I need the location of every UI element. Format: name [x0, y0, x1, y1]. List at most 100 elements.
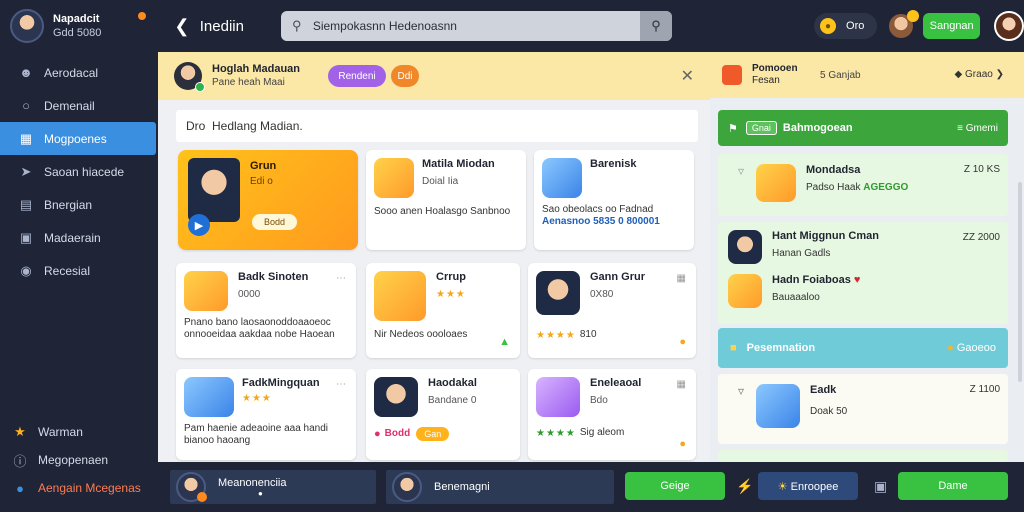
sidebar-item-label: Aengain Mcegenas: [38, 481, 141, 495]
flag-icon: ⚑: [728, 122, 738, 135]
card-title: Matila Miodan: [422, 158, 495, 170]
sidebar-item-bnergian[interactable]: ▤ Bnergian: [0, 188, 158, 221]
rp-section-title: Bahmogoean: [782, 122, 853, 134]
person-icon: ☻: [19, 65, 33, 80]
scrollbar[interactable]: [1018, 182, 1022, 382]
sidebar-item-aerodacal[interactable]: ☻ Aerodacal: [0, 56, 158, 89]
sidebar-item-madaerain[interactable]: ▣ Madaerain: [0, 221, 158, 254]
rating-stars: ★★★: [242, 393, 272, 404]
rp-item-sub: Doak 50: [810, 406, 848, 417]
card-badk[interactable]: ⋯ Badk Sinoten 0000 Pnano bano laosaonod…: [176, 263, 356, 358]
profile[interactable]: Napadcit Gdd 5080: [0, 0, 158, 52]
square-icon[interactable]: ▣: [874, 478, 887, 495]
rp-blue-right-label: Gaoeoo: [956, 342, 996, 354]
thumbs-up-icon[interactable]: ▲: [499, 336, 510, 348]
card-fadk[interactable]: ⋯ FadkMingquan ★★★ Pam haenie adeaoine a…: [176, 369, 356, 460]
sidebar-item-logout[interactable]: ● Aengain Mcegenas: [0, 474, 158, 502]
card-sub: Bandane 0: [428, 395, 477, 406]
rp-item-num: ZZ 2000: [962, 232, 1000, 243]
notice-pill-purple[interactable]: Rendeni: [328, 65, 386, 87]
sidebar-item-mogpoenes[interactable]: ▦ Mogpoenes: [0, 122, 156, 155]
enroopee-button[interactable]: ☀ Enroopee: [758, 472, 858, 500]
geige-button[interactable]: Geige: [625, 472, 725, 500]
close-icon[interactable]: ✕: [681, 66, 694, 86]
rp-section-right[interactable]: ≡ Gmemi: [957, 123, 998, 134]
card-sub: Doial Iia: [422, 176, 459, 187]
trophy-icon: ▿: [737, 384, 745, 398]
coin-icon: ●: [679, 336, 686, 348]
rp-item-sub: Hanan Gadls: [772, 248, 831, 259]
user-avatar[interactable]: [994, 11, 1024, 41]
rp-item[interactable]: ▿ Mondadsa Padso Haak AGEGGO Z 10 KS: [718, 154, 1008, 216]
message-input[interactable]: [176, 110, 698, 142]
card-title: Gann Grur: [590, 271, 646, 283]
rp-section-header[interactable]: ⚑ Gnai Bahmogoean ≡ Gmemi: [718, 110, 1008, 146]
rp-item[interactable]: Hant Miggnun Cman Hanan Gadls ZZ 2000 Ha…: [718, 222, 1008, 324]
enroopee-label: Enroopee: [790, 480, 839, 493]
bottom-user-1[interactable]: Meanonenciia ●: [170, 470, 376, 504]
sangnan-button[interactable]: Sangnan: [923, 13, 981, 39]
notice-pill-orange[interactable]: Ddi: [391, 65, 419, 87]
back-arrow-icon[interactable]: ❮: [172, 16, 192, 37]
rp-item-title: Hant Miggnun Cman: [772, 230, 879, 242]
coin-balance[interactable]: ● Oro: [814, 13, 878, 39]
sidebar-item-demenail[interactable]: ○ Demenail: [0, 89, 158, 122]
card-haodakal[interactable]: Haodakal Bandane 0 ● Bodd Gan: [366, 369, 520, 460]
treasure-icon: [542, 158, 582, 198]
dame-button[interactable]: Dame: [898, 472, 1008, 500]
feature-portrait: [188, 158, 240, 222]
rating-stars: ★★★: [436, 289, 466, 300]
more-icon[interactable]: ⋯: [336, 379, 346, 390]
feature-tag[interactable]: Bodd: [252, 214, 298, 230]
rp-head-title: Pomooen: [752, 63, 798, 74]
card-desc: 810: [579, 329, 597, 340]
card-desc: Nir Nedeos oooloaes: [374, 329, 468, 340]
card-matila[interactable]: Matila Miodan Doial Iia Sooo anen Hoalas…: [366, 150, 526, 250]
menu-icon[interactable]: ▦: [677, 273, 686, 284]
coin-icon: ●: [679, 438, 686, 450]
menu-icon[interactable]: ▦: [677, 379, 686, 390]
search-button[interactable]: ⚲: [640, 11, 673, 41]
card-desc-2: Aenasnoo 5835 0 800001: [542, 216, 660, 227]
rp-item-partial[interactable]: [718, 450, 1008, 462]
gift-box-icon: [374, 158, 414, 198]
rp-head-right[interactable]: ◆ Graao ❯: [955, 69, 1004, 80]
avatar[interactable]: [10, 9, 44, 43]
rocket-icon: ➤: [20, 163, 32, 179]
search-icon: ⚲: [292, 18, 302, 33]
page-title: Inediin: [199, 17, 244, 35]
card-tag[interactable]: Gan: [416, 427, 450, 441]
search-input[interactable]: [312, 19, 633, 33]
lightning-icon[interactable]: ⚡: [736, 478, 753, 495]
rp-item-num: Z 1100: [969, 384, 1000, 395]
sidebar-item-recesial[interactable]: ◉ Recesial: [0, 254, 158, 287]
sidebar-item-megopenaen[interactable]: ⓘ Megopenaen: [0, 446, 158, 474]
card-crrup[interactable]: Crrup ★★★ Nir Nedeos oooloaes ▲: [366, 263, 520, 358]
card-title: FadkMingquan: [242, 377, 320, 389]
card-sub: Bdo: [590, 395, 608, 406]
rp-blue-bar[interactable]: ■ Pesemnation ● Gaoeoo: [718, 328, 1008, 368]
logout-icon: ●: [16, 480, 24, 496]
feature-card[interactable]: ▶ Grun Edi o Bodd: [178, 150, 358, 250]
rp-item-title: Hadn Foiaboas ♥: [772, 274, 860, 286]
play-icon[interactable]: ▶: [188, 214, 210, 236]
heart-icon: ♥: [853, 274, 861, 286]
gift-icon: [374, 271, 426, 321]
friend-avatar[interactable]: [889, 10, 920, 38]
card-tag-pre: Bodd: [384, 428, 411, 439]
portrait-icon: [728, 230, 762, 264]
sidebar-item-saoan[interactable]: ➤ Saoan hiacede: [0, 155, 158, 188]
card-gann[interactable]: ▦ Gann Grur 0X80 ★★★★ 810 ●: [528, 263, 696, 358]
card-barenisk[interactable]: Barenisk Sao obeolacs oo Fadnad Aenasnoo…: [534, 150, 694, 250]
sidebar-item-warman[interactable]: ★ Warman: [0, 418, 158, 446]
card-eneleaoal[interactable]: ▦ Eneleaoal Bdo ★★★★ Sig aleom ●: [528, 369, 696, 460]
rp-blue-right[interactable]: ● Gaoeoo: [947, 342, 996, 354]
rp-item-highlight: AGEGGO: [863, 182, 909, 193]
sidebar-item-label: Recesial: [44, 263, 91, 278]
bottom-user-2[interactable]: Benemagni: [386, 470, 614, 504]
more-icon[interactable]: ⋯: [336, 273, 346, 284]
card-desc: Sao obeolacs oo Fadnad: [542, 204, 654, 215]
notice-avatar: [174, 62, 205, 92]
rp-item[interactable]: ▿ Eadk Doak 50 Z 1100: [718, 374, 1008, 444]
gift-box-icon: [756, 164, 796, 202]
